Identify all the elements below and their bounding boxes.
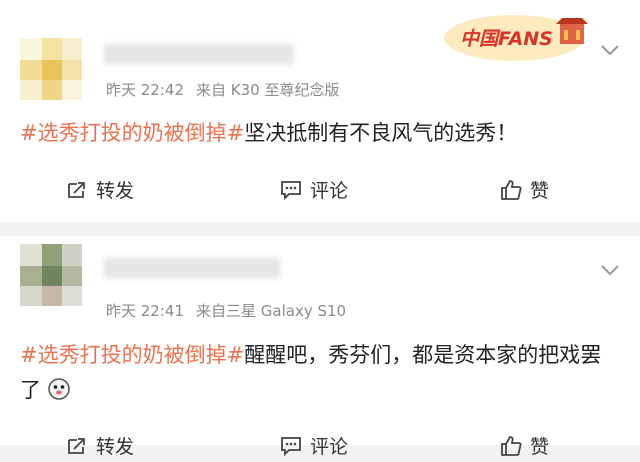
post-card-2: 昨天 22:41 来自三星 Galaxy S10 #选秀打投的奶被倒掉#醒醒吧，秀… <box>0 236 640 458</box>
hashtag-link[interactable]: #选秀打投的奶被倒掉# <box>20 343 244 367</box>
post-time: 昨天 22:42 <box>106 81 184 99</box>
repost-icon <box>68 181 85 198</box>
avatar[interactable] <box>20 38 82 100</box>
post-content: #选秀打投的奶被倒掉#醒醒吧，秀芬们，都是资本家的把戏罢了 <box>20 338 616 408</box>
repost-icon <box>68 437 85 454</box>
post-source[interactable]: 来自三星 Galaxy S10 <box>196 302 346 320</box>
repost-label: 转发 <box>96 180 135 202</box>
comment-label: 评论 <box>310 436 349 458</box>
comment-icon <box>281 180 301 200</box>
china-fans-badge-text: 中国FANS <box>460 28 553 50</box>
chevron-down-icon[interactable] <box>600 264 620 276</box>
hashtag-link[interactable]: #选秀打投的奶被倒掉# <box>20 121 244 145</box>
china-fans-badge: 中国FANS <box>442 12 592 64</box>
doge-emoji-icon <box>47 378 70 400</box>
username-blurred[interactable] <box>104 258 280 278</box>
post-body: 坚决抵制有不良风气的选秀！ <box>244 121 518 145</box>
like-button[interactable]: 赞 <box>500 432 549 459</box>
comment-button[interactable]: 评论 <box>280 176 348 203</box>
post-time: 昨天 22:41 <box>106 302 184 320</box>
post-meta: 昨天 22:41 来自三星 Galaxy S10 <box>106 300 358 321</box>
action-bar: 转发 评论 赞 <box>0 176 640 206</box>
like-button[interactable]: 赞 <box>500 176 549 203</box>
post-source[interactable]: 来自 K30 至尊纪念版 <box>196 81 339 99</box>
post-content: #选秀打投的奶被倒掉#坚决抵制有不良风气的选秀！ <box>20 116 616 151</box>
post-meta: 昨天 22:42 来自 K30 至尊纪念版 <box>106 79 351 100</box>
comment-icon <box>281 436 301 456</box>
avatar[interactable] <box>20 244 82 306</box>
like-label: 赞 <box>530 180 550 202</box>
chevron-down-icon[interactable] <box>600 44 620 56</box>
post-card-1: 昨天 22:42 来自 K30 至尊纪念版 中国FANS #选秀打投的奶被倒掉#坚… <box>0 0 640 222</box>
thumbs-up-icon <box>501 179 522 200</box>
action-bar: 转发 评论 赞 <box>0 432 640 462</box>
repost-button[interactable]: 转发 <box>66 176 134 203</box>
username-blurred[interactable] <box>104 44 294 64</box>
like-label: 赞 <box>530 436 550 458</box>
comment-button[interactable]: 评论 <box>280 432 348 459</box>
comment-label: 评论 <box>310 180 349 202</box>
repost-label: 转发 <box>96 436 135 458</box>
thumbs-up-icon <box>501 435 522 456</box>
repost-button[interactable]: 转发 <box>66 432 134 459</box>
